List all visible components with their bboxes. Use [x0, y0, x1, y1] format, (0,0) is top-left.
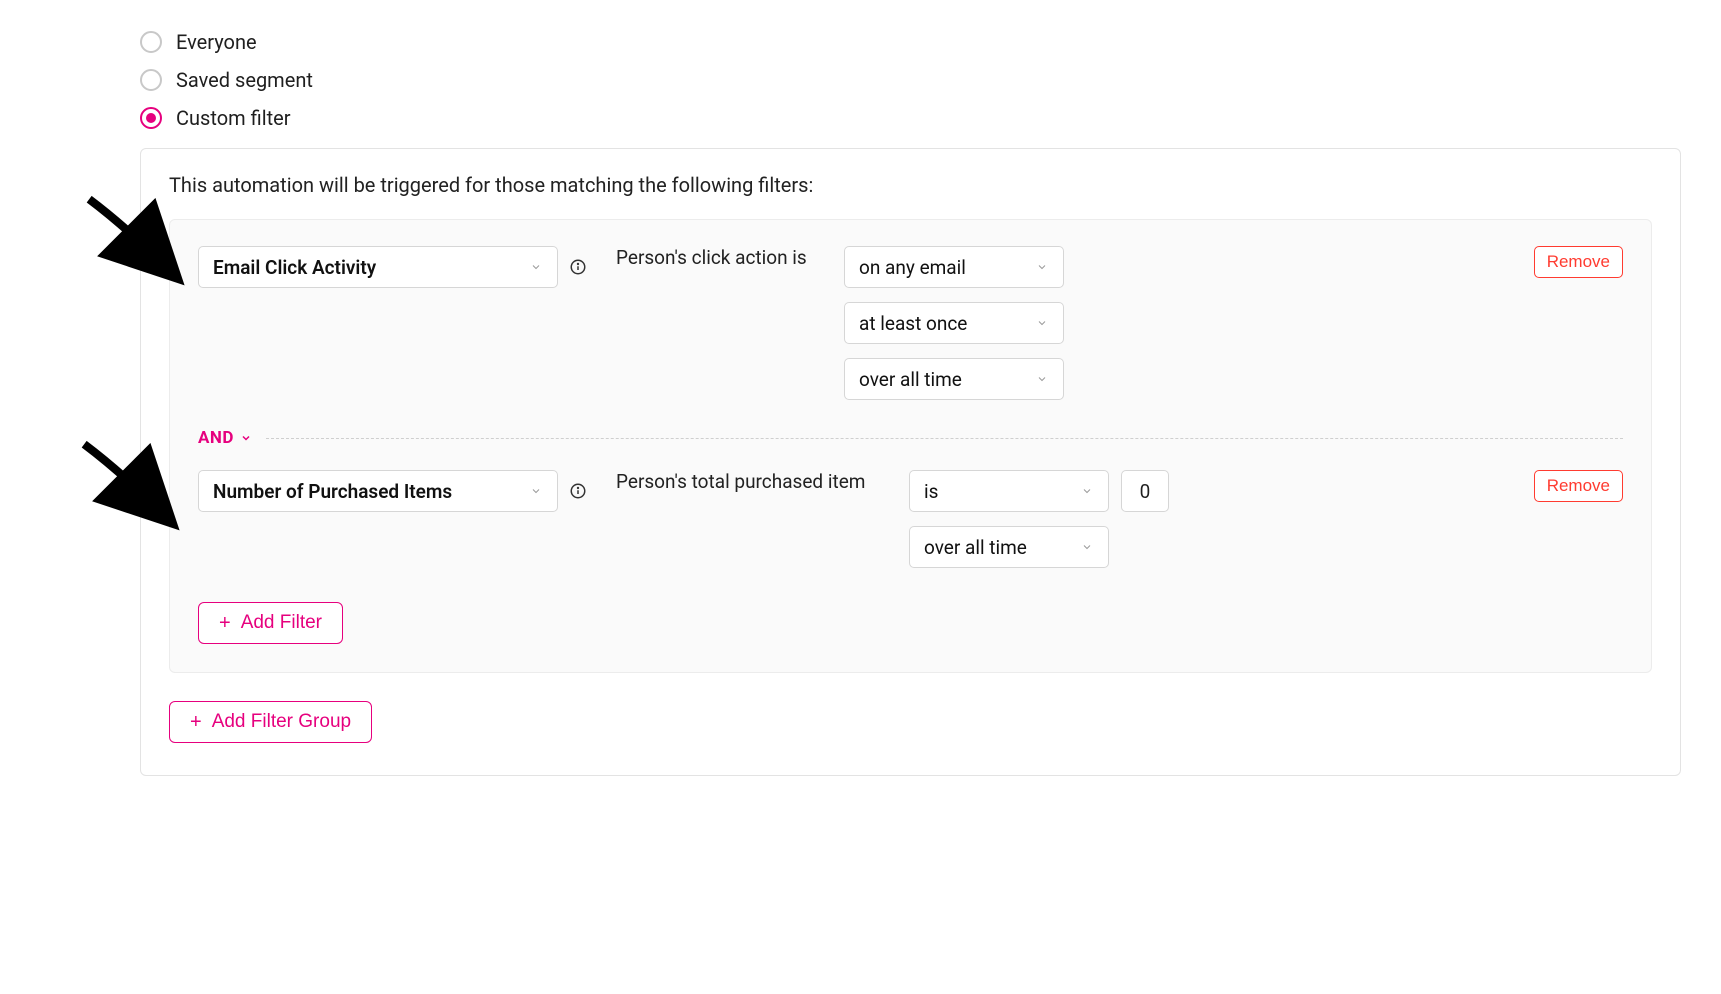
- remove-wrap: Remove: [1534, 246, 1623, 278]
- add-filter-group-label: Add Filter Group: [212, 711, 351, 733]
- and-label-text: AND: [198, 428, 234, 448]
- select-value: Number of Purchased Items: [213, 480, 452, 503]
- condition-select-frequency[interactable]: at least once: [844, 302, 1064, 344]
- remove-wrap: Remove: [1534, 470, 1623, 502]
- filter-attribute-wrap: Number of Purchased Items: [198, 470, 598, 512]
- filter-row-1: Email Click Activity Person's click acti…: [198, 246, 1623, 400]
- chevron-down-icon: [529, 484, 543, 498]
- filter-row-2: Number of Purchased Items Person's total…: [198, 470, 1623, 568]
- filter-attribute-select[interactable]: Number of Purchased Items: [198, 470, 558, 512]
- info-icon[interactable]: [568, 257, 588, 277]
- filter-panel: This automation will be triggered for th…: [140, 148, 1681, 776]
- filter-group: Email Click Activity Person's click acti…: [169, 219, 1652, 673]
- select-value: over all time: [924, 536, 1027, 559]
- filter-mid-label: Person's total purchased item: [616, 470, 865, 493]
- filter-attribute-select[interactable]: Email Click Activity: [198, 246, 558, 288]
- filter-mid-label: Person's click action is: [616, 246, 807, 269]
- radio-saved-segment[interactable]: Saved segment: [140, 68, 1681, 92]
- chevron-down-icon: [1080, 540, 1094, 554]
- select-value: at least once: [859, 312, 967, 335]
- radio-label: Saved segment: [176, 68, 313, 92]
- operator-value-row: is 0: [909, 470, 1169, 512]
- radio-circle-selected-icon: [140, 107, 162, 129]
- filter-mid-col: Person's total purchased item: [616, 470, 891, 493]
- audience-radio-group: Everyone Saved segment Custom filter: [140, 30, 1681, 130]
- info-icon[interactable]: [568, 481, 588, 501]
- chevron-down-icon: [1080, 484, 1094, 498]
- radio-circle-icon: [140, 31, 162, 53]
- chevron-down-icon: [1035, 372, 1049, 386]
- chevron-down-icon: [1035, 316, 1049, 330]
- add-filter-button[interactable]: + Add Filter: [198, 602, 343, 644]
- value-text: 0: [1140, 480, 1151, 503]
- plus-icon: +: [190, 712, 202, 732]
- and-operator-toggle[interactable]: AND: [198, 428, 252, 448]
- condition-select-email[interactable]: on any email: [844, 246, 1064, 288]
- radio-circle-icon: [140, 69, 162, 91]
- select-value: Email Click Activity: [213, 256, 376, 279]
- condition-select-timeframe[interactable]: over all time: [844, 358, 1064, 400]
- and-divider: AND: [198, 428, 1623, 448]
- operator-select[interactable]: is: [909, 470, 1109, 512]
- select-value: on any email: [859, 256, 966, 279]
- value-input[interactable]: 0: [1121, 470, 1169, 512]
- radio-everyone[interactable]: Everyone: [140, 30, 1681, 54]
- condition-select-timeframe[interactable]: over all time: [909, 526, 1109, 568]
- remove-label: Remove: [1547, 252, 1610, 272]
- panel-intro-text: This automation will be triggered for th…: [169, 173, 1652, 197]
- select-value: over all time: [859, 368, 962, 391]
- chevron-down-icon: [240, 432, 252, 444]
- plus-icon: +: [219, 613, 231, 633]
- filter-conditions-col: is 0 over all time: [909, 470, 1169, 568]
- filter-mid-col: Person's click action is: [616, 246, 826, 269]
- filter-conditions-col: on any email at least once over all time: [844, 246, 1064, 400]
- radio-custom-filter[interactable]: Custom filter: [140, 106, 1681, 130]
- divider-line: [266, 438, 1623, 439]
- remove-label: Remove: [1547, 476, 1610, 496]
- add-filter-group-button[interactable]: + Add Filter Group: [169, 701, 372, 743]
- chevron-down-icon: [1035, 260, 1049, 274]
- remove-filter-button[interactable]: Remove: [1534, 246, 1623, 278]
- remove-filter-button[interactable]: Remove: [1534, 470, 1623, 502]
- add-filter-label: Add Filter: [241, 612, 322, 634]
- select-value: is: [924, 480, 938, 503]
- radio-label: Custom filter: [176, 106, 291, 130]
- radio-label: Everyone: [176, 30, 257, 54]
- chevron-down-icon: [529, 260, 543, 274]
- radio-dot-icon: [146, 113, 156, 123]
- filter-attribute-wrap: Email Click Activity: [198, 246, 598, 288]
- add-filter-wrap: + Add Filter: [198, 602, 1623, 644]
